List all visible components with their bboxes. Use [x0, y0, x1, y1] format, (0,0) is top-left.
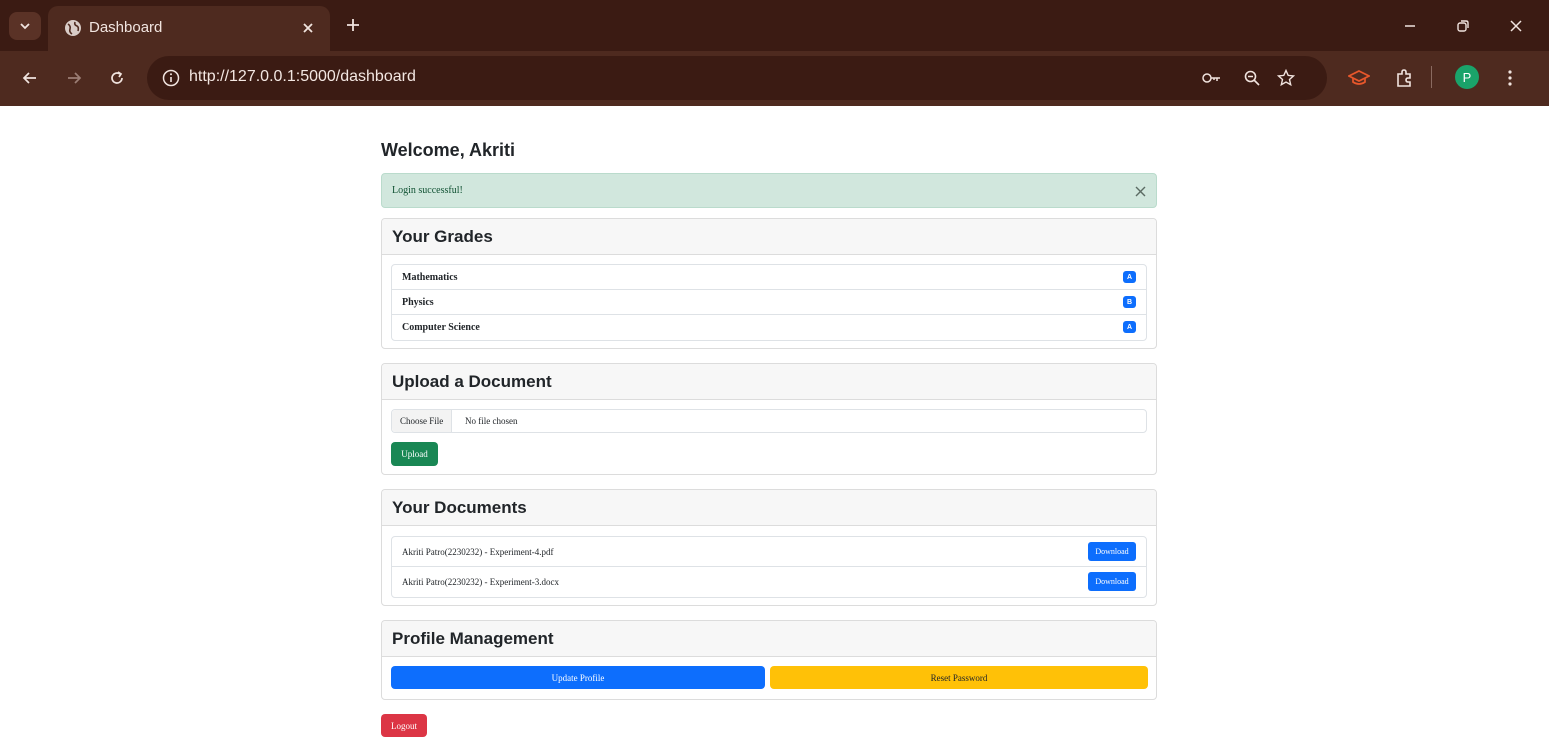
- chevron-down-icon: [20, 23, 30, 30]
- tab-title: Dashboard: [89, 19, 163, 36]
- arrow-right-icon: [68, 72, 82, 84]
- browser-toolbar: http://127.0.0.1:5000/dashboard: [0, 51, 1549, 106]
- grade-badge: A: [1123, 321, 1136, 333]
- upload-card: Upload a Document Choose File No file ch…: [381, 363, 1157, 475]
- grade-badge: B: [1123, 296, 1136, 308]
- logout-button[interactable]: Logout: [381, 714, 427, 737]
- profile-avatar[interactable]: P: [1455, 65, 1479, 89]
- arrow-left-icon: [22, 72, 36, 84]
- globe-icon: [65, 20, 81, 36]
- documents-heading: Your Documents: [392, 497, 527, 517]
- bookmark-star-icon[interactable]: [1275, 67, 1297, 89]
- url-text: http://127.0.0.1:5000/dashboard: [189, 68, 416, 85]
- address-bar[interactable]: http://127.0.0.1:5000/dashboard: [147, 56, 1327, 100]
- extensions-puzzle-icon[interactable]: [1391, 65, 1417, 91]
- document-row: Akriti Patro(2230232) - Experiment-4.pdf…: [392, 537, 1146, 567]
- tab-dashboard[interactable]: Dashboard: [48, 6, 330, 51]
- grades-list: Mathematics A Physics B Computer Science…: [391, 264, 1147, 341]
- zoom-icon[interactable]: [1241, 67, 1263, 89]
- upload-card-header: Upload a Document: [382, 364, 1156, 400]
- document-name: Akriti Patro(2230232) - Experiment-3.doc…: [402, 577, 559, 587]
- restore-icon: [1457, 20, 1469, 32]
- download-button[interactable]: Download: [1088, 572, 1136, 591]
- documents-list: Akriti Patro(2230232) - Experiment-4.pdf…: [391, 536, 1147, 598]
- reset-password-button[interactable]: Reset Password: [770, 666, 1148, 689]
- documents-card-header: Your Documents: [382, 490, 1156, 526]
- file-status-text: No file chosen: [465, 416, 518, 426]
- forward-button[interactable]: [60, 64, 88, 92]
- reload-button[interactable]: [103, 64, 131, 92]
- alert-close-icon[interactable]: [1132, 183, 1148, 199]
- upload-heading: Upload a Document: [392, 371, 552, 391]
- document-name: Akriti Patro(2230232) - Experiment-4.pdf: [402, 547, 554, 557]
- grade-row-physics: Physics B: [392, 290, 1146, 315]
- update-profile-button[interactable]: Update Profile: [391, 666, 765, 689]
- browser-tab-strip: Dashboard: [0, 0, 1549, 51]
- choose-file-button[interactable]: Choose File: [392, 410, 453, 432]
- toolbar-separator: [1431, 66, 1432, 88]
- grades-heading: Your Grades: [392, 226, 493, 246]
- grades-card: Your Grades Mathematics A Physics B Comp…: [381, 218, 1157, 349]
- profile-card: Profile Management Update Profile Reset …: [381, 620, 1157, 700]
- grade-subject: Physics: [402, 297, 434, 308]
- plus-icon: [347, 19, 359, 31]
- kebab-menu-icon[interactable]: [1497, 65, 1523, 91]
- reload-icon: [111, 71, 123, 84]
- minimize-icon: [1405, 25, 1415, 27]
- grades-card-header: Your Grades: [382, 219, 1156, 255]
- documents-card: Your Documents Akriti Patro(2230232) - E…: [381, 489, 1157, 606]
- upload-button[interactable]: Upload: [391, 442, 438, 466]
- file-input[interactable]: Choose File No file chosen: [391, 409, 1147, 433]
- success-alert: Login successful!: [381, 173, 1157, 208]
- close-window-button[interactable]: [1502, 12, 1530, 40]
- key-icon[interactable]: [1201, 67, 1223, 89]
- back-button[interactable]: [16, 64, 44, 92]
- minimize-button[interactable]: [1396, 12, 1424, 40]
- profile-card-header: Profile Management: [382, 621, 1156, 657]
- tab-search-button[interactable]: [9, 12, 41, 40]
- grade-subject: Mathematics: [402, 272, 458, 283]
- grade-row-mathematics: Mathematics A: [392, 265, 1146, 290]
- download-button[interactable]: Download: [1088, 542, 1136, 561]
- tab-close-icon[interactable]: [298, 18, 318, 38]
- grade-row-computer-science: Computer Science A: [392, 315, 1146, 340]
- new-tab-button[interactable]: [342, 14, 364, 36]
- page-title: Welcome, Akriti: [381, 140, 516, 160]
- info-icon[interactable]: [161, 68, 181, 88]
- alert-message: Login successful!: [392, 185, 463, 196]
- extension-graduation-cap-icon[interactable]: [1346, 65, 1372, 91]
- profile-heading: Profile Management: [392, 628, 554, 648]
- grade-badge: A: [1123, 271, 1136, 283]
- restore-button[interactable]: [1449, 12, 1477, 40]
- close-icon: [1510, 20, 1522, 32]
- document-row: Akriti Patro(2230232) - Experiment-3.doc…: [392, 567, 1146, 597]
- grade-subject: Computer Science: [402, 322, 480, 333]
